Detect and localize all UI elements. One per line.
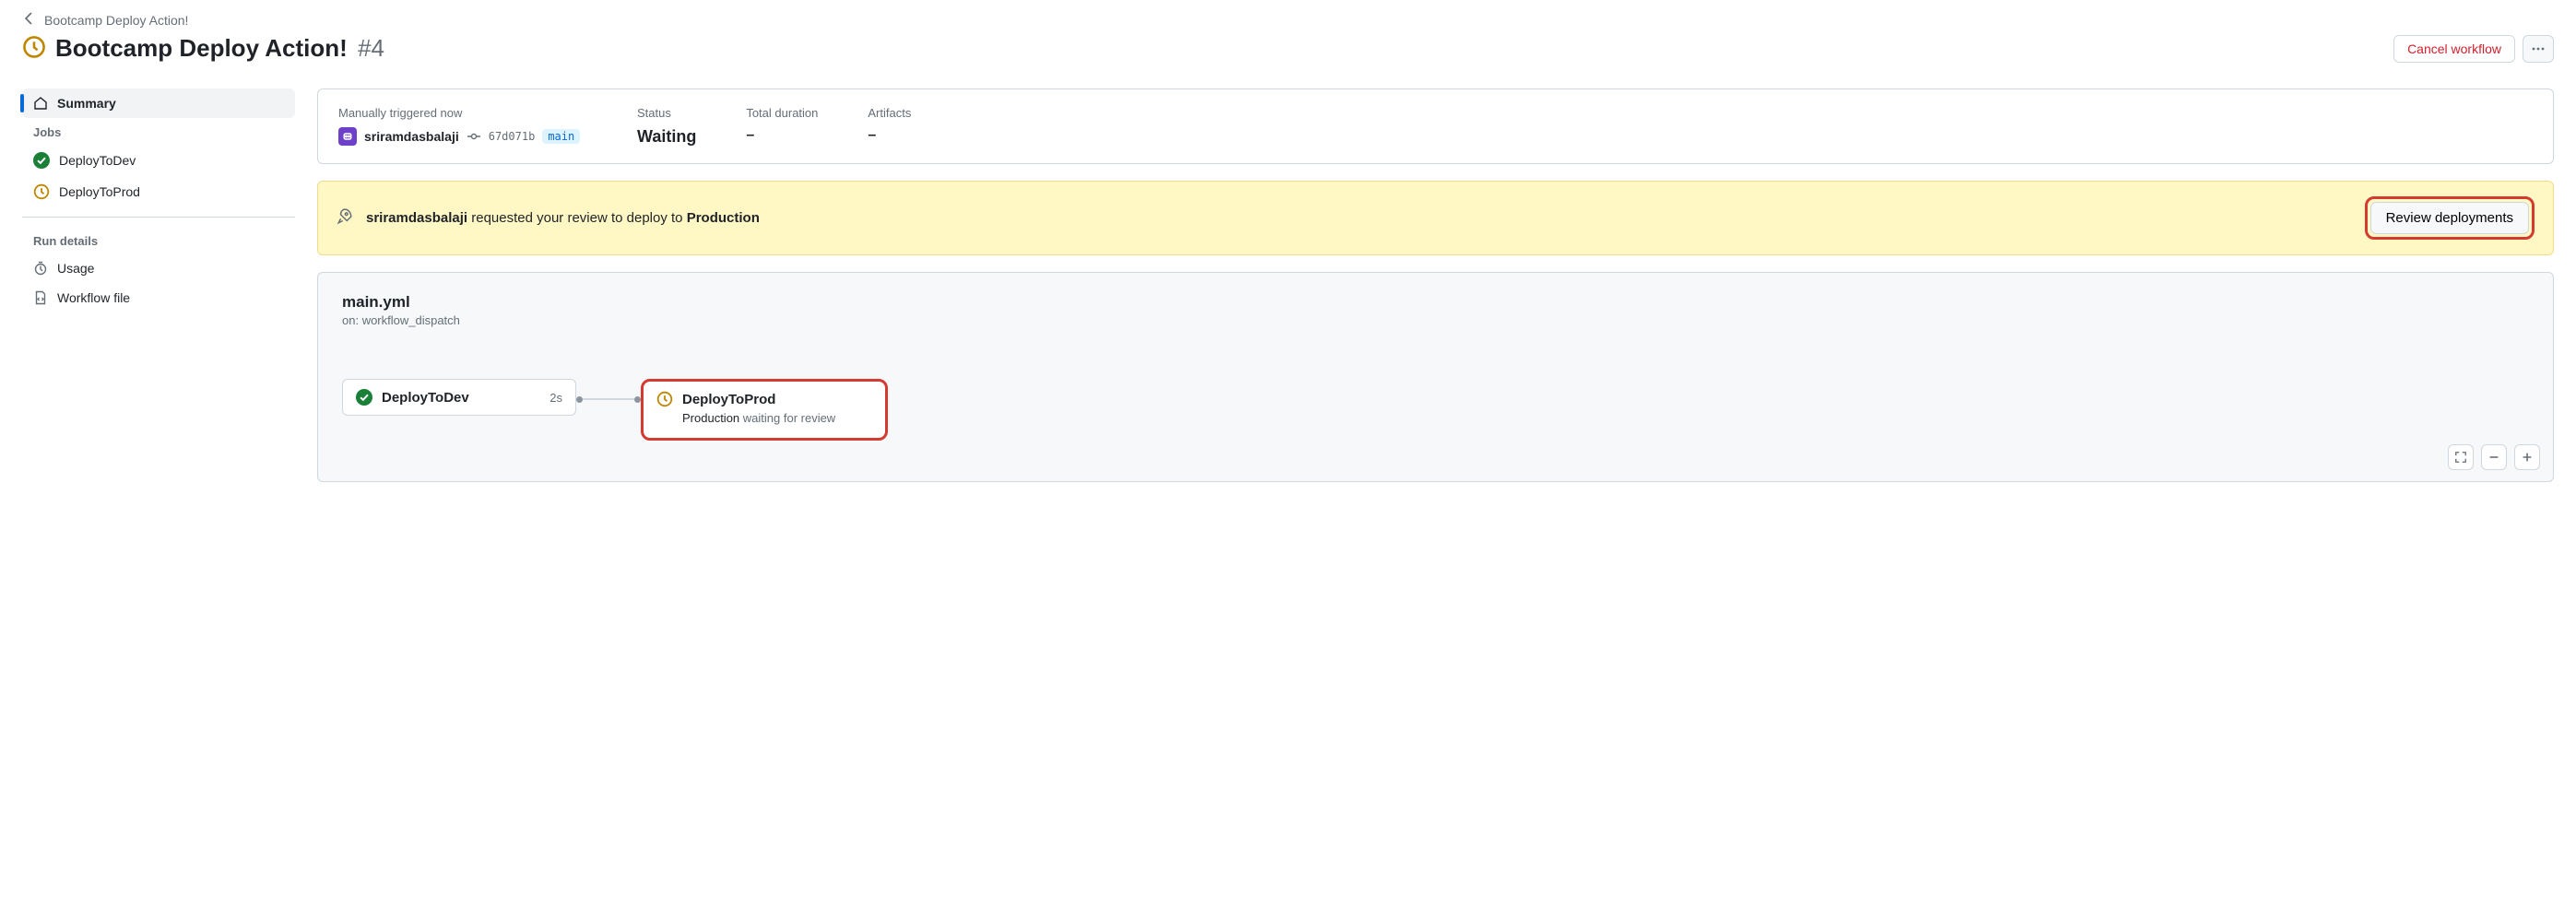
banner-text: sriramdasbalaji requested your review to…	[366, 210, 760, 226]
status-label: Status	[637, 106, 696, 120]
file-code-icon	[33, 290, 48, 305]
success-check-icon	[33, 152, 50, 169]
actor-name[interactable]: sriramdasbalaji	[364, 129, 459, 144]
sidebar-job-deploytodev[interactable]: DeployToDev	[22, 145, 295, 176]
trigger-label: Manually triggered now	[338, 106, 587, 120]
workflow-graph-card: main.yml on: workflow_dispatch DeployToD…	[317, 272, 2554, 482]
branch-badge[interactable]: main	[542, 129, 580, 144]
run-number: #4	[358, 34, 384, 62]
cancel-workflow-button[interactable]: Cancel workflow	[2393, 35, 2515, 63]
artifacts-value: –	[868, 127, 911, 144]
sidebar-job-label: DeployToProd	[59, 184, 140, 199]
home-icon	[33, 96, 48, 111]
waiting-clock-icon	[656, 391, 673, 407]
back-arrow-icon[interactable]	[22, 11, 37, 29]
commit-sha[interactable]: 67d071b	[489, 130, 536, 143]
run-summary-card: Manually triggered now sriramdasbalaji 6…	[317, 88, 2554, 164]
sidebar-usage-label: Usage	[57, 261, 94, 276]
workflow-trigger-text: on: workflow_dispatch	[342, 313, 2529, 327]
job-duration: 2s	[549, 391, 562, 405]
success-check-icon	[356, 389, 372, 406]
graph-zoom-out-button[interactable]	[2481, 444, 2507, 470]
commit-icon	[467, 129, 481, 144]
kebab-menu-button[interactable]	[2523, 35, 2554, 63]
job-name: DeployToDev	[382, 390, 469, 406]
sidebar-summary[interactable]: Summary	[22, 88, 295, 118]
stopwatch-icon	[33, 261, 48, 276]
sidebar-workflow-file-label: Workflow file	[57, 290, 130, 305]
status-value: Waiting	[637, 127, 696, 147]
job-connector	[576, 379, 641, 419]
graph-fullscreen-button[interactable]	[2448, 444, 2474, 470]
run-details-section-header: Run details	[22, 227, 295, 253]
job-sub-status: Production waiting for review	[656, 411, 835, 425]
waiting-clock-icon	[33, 183, 50, 200]
review-button-highlight: Review deployments	[2365, 196, 2535, 240]
sidebar-job-label: DeployToDev	[59, 153, 136, 168]
review-deployments-button[interactable]: Review deployments	[2370, 202, 2529, 234]
job-node-deploytodev[interactable]: DeployToDev 2s	[342, 379, 576, 416]
sidebar-workflow-file[interactable]: Workflow file	[22, 283, 295, 312]
actor-avatar[interactable]	[338, 127, 357, 146]
review-request-banner: sriramdasbalaji requested your review to…	[317, 181, 2554, 255]
breadcrumb-workflow-link[interactable]: Bootcamp Deploy Action!	[44, 13, 188, 28]
sidebar-usage[interactable]: Usage	[22, 253, 295, 283]
rocket-icon	[337, 208, 353, 229]
jobs-section-header: Jobs	[22, 118, 295, 145]
graph-zoom-in-button[interactable]	[2514, 444, 2540, 470]
job-name: DeployToProd	[682, 392, 775, 407]
sidebar-summary-label: Summary	[57, 96, 116, 111]
artifacts-label: Artifacts	[868, 106, 911, 120]
page-title: Bootcamp Deploy Action!	[55, 34, 348, 62]
sidebar-job-deploytoprod[interactable]: DeployToProd	[22, 176, 295, 207]
duration-value: –	[746, 127, 818, 144]
run-status-waiting-icon	[22, 35, 46, 62]
workflow-file-name: main.yml	[342, 293, 2529, 312]
duration-label: Total duration	[746, 106, 818, 120]
job-node-deploytoprod[interactable]: DeployToProd Production waiting for revi…	[641, 379, 888, 441]
